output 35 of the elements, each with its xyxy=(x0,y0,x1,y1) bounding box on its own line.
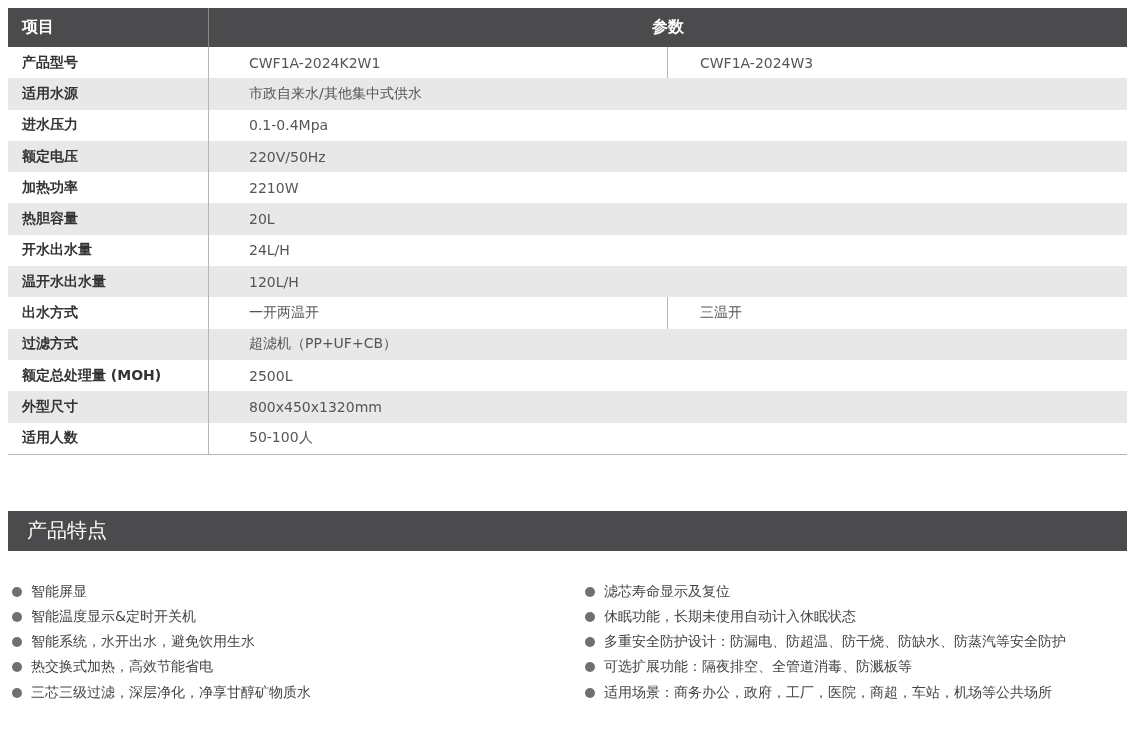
table-cell: 市政自来水/其他集中式供水 xyxy=(208,78,1127,110)
feature-text: 休眠功能，长期未使用自动计入休眠状态 xyxy=(604,607,856,626)
bullet-icon xyxy=(585,637,595,648)
bullet-icon xyxy=(12,687,22,698)
feature-text: 适用场景：商务办公，政府，工厂，医院，商超，车站，机场等公共场所 xyxy=(604,683,1052,702)
bullet-icon xyxy=(12,637,22,648)
feature-text: 热交换式加热，高效节能省电 xyxy=(31,658,213,677)
table-cell: 220V/50Hz xyxy=(208,140,1127,173)
table-cell: 800x450x1320mm xyxy=(208,391,1127,423)
bullet-icon xyxy=(585,611,595,622)
row-label: 过滤方式 xyxy=(8,328,208,360)
table-cell: 超滤机（PP+UF+CB） xyxy=(208,328,1127,360)
row-label: 额定电压 xyxy=(8,140,208,173)
row-label: 外型尺寸 xyxy=(8,391,208,423)
section-title: 产品特点 xyxy=(8,510,1127,551)
bullet-icon xyxy=(12,611,22,622)
row-label: 适用水源 xyxy=(8,78,208,110)
column-header: 项目 xyxy=(8,8,208,47)
feature-text: 智能屏显 xyxy=(31,582,87,601)
table-cell: 120L/H xyxy=(208,266,1127,298)
row-label: 热胆容量 xyxy=(8,203,208,235)
bullet-icon xyxy=(585,586,595,597)
feature-text: 三芯三级过滤，深层净化，净享甘醇矿物质水 xyxy=(31,683,311,702)
bullet-icon xyxy=(12,586,22,597)
feature-text: 智能温度显示&定时开关机 xyxy=(31,607,196,626)
bullet-icon xyxy=(585,662,595,673)
bullet-icon xyxy=(12,662,22,673)
row-label: 温开水出水量 xyxy=(8,266,208,298)
feature-text: 滤芯寿命显示及复位 xyxy=(604,582,730,601)
feature-text: 智能系统，水开出水，避免饮用生水 xyxy=(31,633,255,652)
column-header: 参数 xyxy=(208,8,1127,47)
bullet-icon xyxy=(585,687,595,698)
feature-text: 多重安全防护设计：防漏电、防超温、防干烧、防缺水、防蒸汽等安全防护 xyxy=(604,633,1066,652)
feature-text: 可选扩展功能：隔夜排空、全管道消毒、防溅板等 xyxy=(604,658,912,677)
table-cell: 20L xyxy=(208,203,1127,235)
